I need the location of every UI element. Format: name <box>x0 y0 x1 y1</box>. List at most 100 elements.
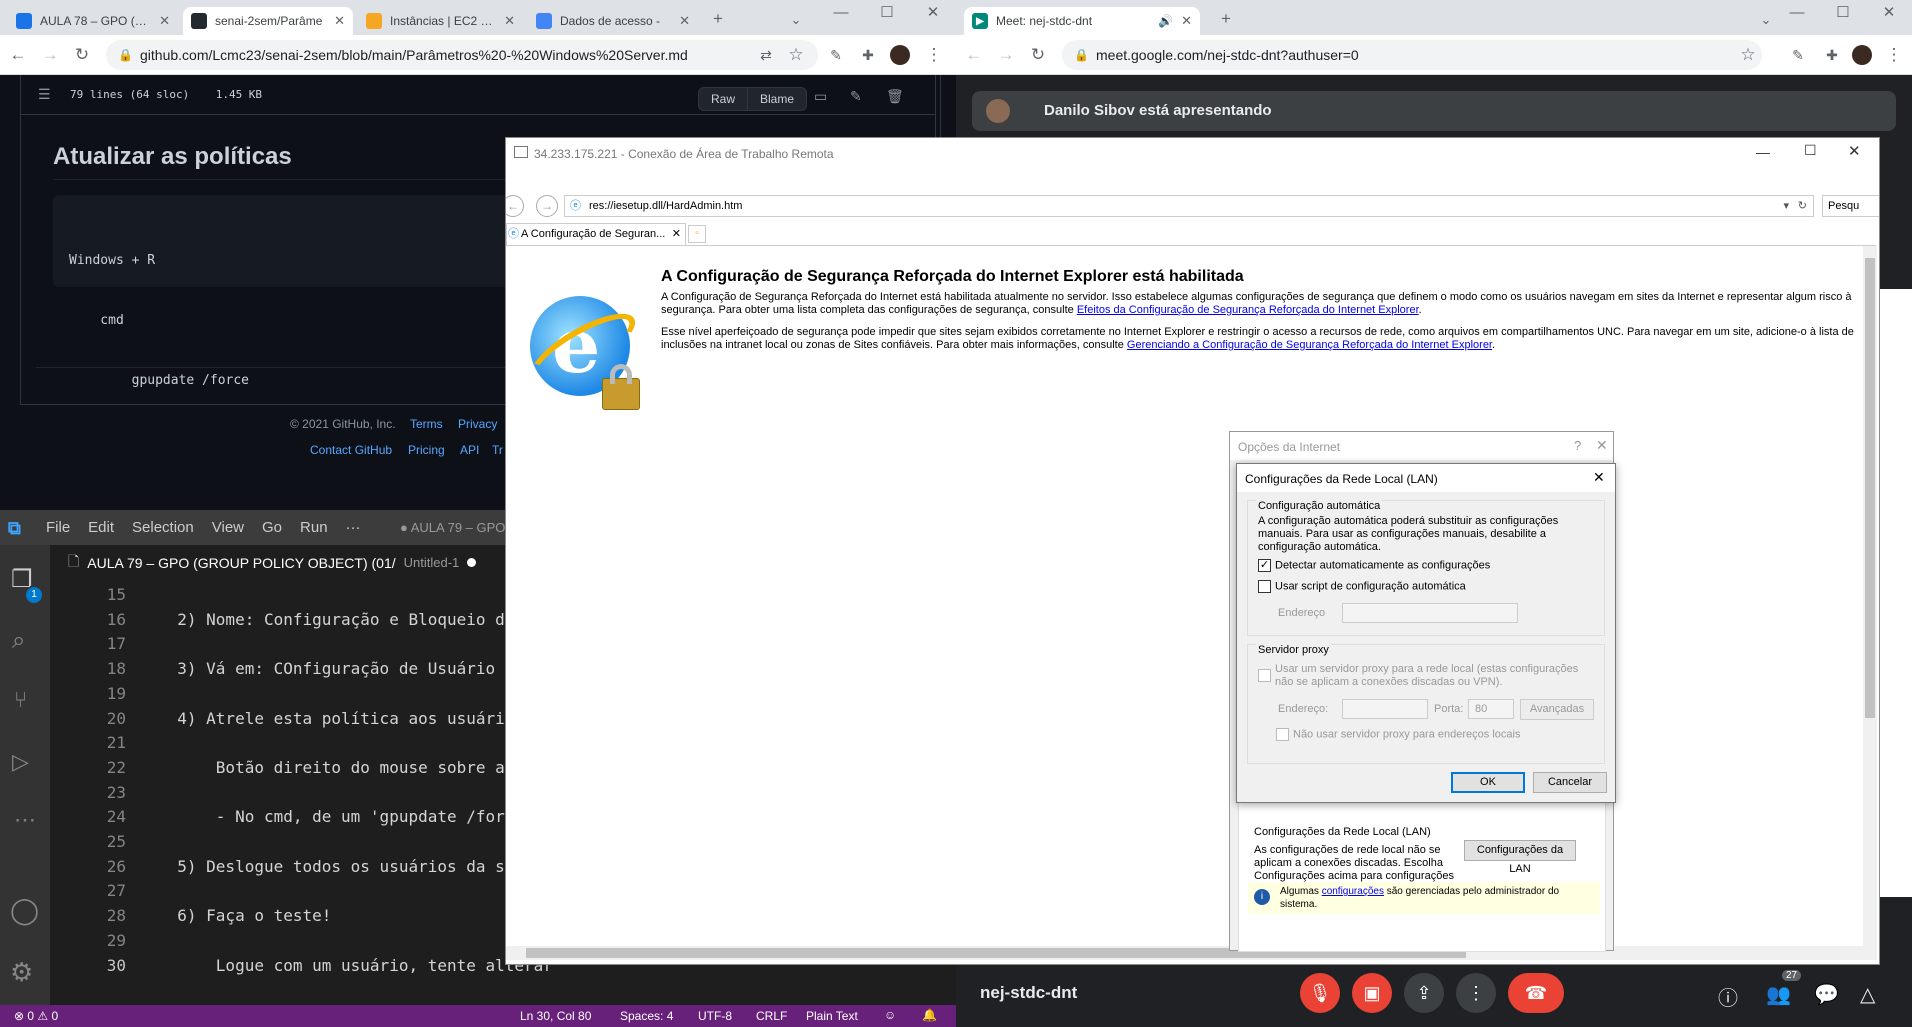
reload-icon[interactable]: ↻ <box>1026 43 1050 67</box>
ie-new-tab[interactable]: ▫ <box>688 225 706 243</box>
bypass-local-checkbox[interactable] <box>1276 728 1289 741</box>
encoding[interactable]: UTF-8 <box>698 1009 732 1023</box>
eyedropper-icon[interactable]: ✎ <box>824 43 848 67</box>
menu-item[interactable]: Edit <box>88 519 114 536</box>
search-icon[interactable]: ⌕ <box>12 627 25 655</box>
camera-off-button[interactable]: ▣ <box>1352 973 1392 1013</box>
advanced-button[interactable]: Avançadas <box>1520 699 1594 720</box>
new-tab-icon[interactable]: + <box>706 7 730 31</box>
feedback-icon[interactable]: ☺ <box>884 1008 896 1022</box>
mic-off-button[interactable]: 🎙 <box>1300 973 1340 1013</box>
menu-item[interactable]: File <box>46 519 70 536</box>
use-proxy-checkbox[interactable] <box>1258 669 1271 682</box>
menu-item[interactable]: Selection <box>132 519 194 536</box>
footer-link-pricing[interactable]: Pricing <box>408 443 445 457</box>
info-settings-link[interactable]: configurações <box>1322 886 1384 897</box>
menu-kebab-icon[interactable]: ⋮ <box>922 43 946 67</box>
menu-item[interactable]: Run <box>300 519 328 536</box>
people-icon[interactable]: 👥 <box>1766 982 1791 1007</box>
edit-pencil-icon[interactable]: ✎ <box>850 88 862 105</box>
extensions-icon[interactable]: ✚ <box>856 43 880 67</box>
close-icon[interactable]: ✕ <box>1848 142 1861 160</box>
desktop-icon[interactable]: ▭ <box>814 88 827 105</box>
reload-icon[interactable]: ↻ <box>70 43 94 67</box>
footer-link-contact[interactable]: Contact GitHub <box>310 443 392 457</box>
language-mode[interactable]: Plain Text <box>806 1009 858 1023</box>
minimize-icon[interactable]: — <box>818 0 864 25</box>
ie-tab[interactable]: ⓔ A Configuração de Seguran... ✕ <box>506 223 686 245</box>
problems-status[interactable]: ⊗ 0 ⚠ 0 <box>14 1009 58 1023</box>
close-tab-icon[interactable]: ✕ <box>679 13 690 29</box>
translate-icon[interactable]: ⇄ <box>754 43 778 67</box>
editor-tab[interactable]: 🗋 AULA 79 – GPO (GROUP POLICY OBJECT) (0… <box>50 545 505 580</box>
settings-gear-icon[interactable]: ⚙ <box>10 957 33 988</box>
raw-button[interactable]: Raw <box>699 88 749 110</box>
lan-settings-button[interactable]: Configurações da LAN <box>1464 840 1576 875</box>
tab-1[interactable]: AULA 78 – GPO (GR ✕ <box>8 7 178 35</box>
detect-settings-checkbox[interactable]: ✓ <box>1258 559 1271 572</box>
ie-hscrollbar[interactable] <box>506 946 1877 960</box>
menu-item[interactable]: View <box>212 519 244 536</box>
run-debug-icon[interactable]: ▷ <box>12 749 29 775</box>
indentation[interactable]: Spaces: 4 <box>620 1009 673 1023</box>
close-tab-icon[interactable]: ✕ <box>159 13 170 29</box>
trash-icon[interactable]: 🗑 <box>886 88 904 105</box>
more-options-button[interactable]: ⋮ <box>1456 973 1496 1013</box>
effects-link[interactable]: Efeitos da Configuração de Segurança Ref… <box>1077 304 1419 316</box>
forward-icon[interactable]: → <box>38 43 62 67</box>
back-icon[interactable]: ← <box>6 43 30 67</box>
ie-forward-icon[interactable]: → <box>536 195 558 217</box>
extensions-icon[interactable]: ✚ <box>1820 43 1844 67</box>
minimize-icon[interactable]: — <box>1774 0 1820 25</box>
account-icon[interactable]: ◯ <box>10 895 39 926</box>
script-address-field[interactable] <box>1342 603 1518 623</box>
info-icon[interactable]: ⓘ <box>1718 982 1738 1011</box>
maximize-icon[interactable]: ☐ <box>864 0 910 25</box>
bookmark-star-icon[interactable]: ☆ <box>784 43 808 67</box>
tab-4[interactable]: Dados de acesso - ✕ <box>528 7 698 35</box>
close-window-icon[interactable]: ✕ <box>910 0 956 25</box>
menu-kebab-icon[interactable]: ⋮ <box>1882 43 1906 67</box>
proxy-address-field[interactable] <box>1342 699 1428 719</box>
line-ending[interactable]: CRLF <box>756 1009 787 1023</box>
close-icon[interactable]: ✕ <box>1596 437 1608 454</box>
ie-refresh-icon[interactable]: ↻ <box>1798 196 1807 216</box>
activities-icon[interactable]: △ <box>1860 982 1875 1007</box>
footer-link-privacy[interactable]: Privacy <box>458 417 497 431</box>
port-field[interactable]: 80 <box>1468 699 1514 719</box>
source-control-icon[interactable]: ⑂ <box>14 687 27 713</box>
address-bar[interactable]: 🔒 meet.google.com/nej-stdc-dnt?authuser=… <box>1062 40 1762 70</box>
forward-icon[interactable]: → <box>994 43 1018 67</box>
menu-item[interactable]: Go <box>262 519 282 536</box>
eyedropper-icon[interactable]: ✎ <box>1786 43 1810 67</box>
back-icon[interactable]: ← <box>962 43 986 67</box>
bookmark-star-icon[interactable]: ☆ <box>1736 43 1760 67</box>
tab-search-icon[interactable]: ⌄ <box>784 8 808 32</box>
tab-3[interactable]: Instâncias | EC2 Ma ✕ <box>358 7 523 35</box>
maximize-icon[interactable]: ☐ <box>1820 0 1866 25</box>
address-bar[interactable]: 🔒 github.com/Lcmc23/senai-2sem/blob/main… <box>106 40 818 70</box>
avatar[interactable] <box>1852 45 1872 65</box>
close-tab-icon[interactable]: ✕ <box>504 13 515 29</box>
footer-link-training[interactable]: Tr <box>492 443 503 457</box>
tab-2[interactable]: senai-2sem/Parâme ✕ <box>183 7 353 35</box>
ok-button[interactable]: OK <box>1451 772 1525 793</box>
ie-dropdown-icon[interactable]: ▾ <box>1783 196 1789 216</box>
present-button[interactable]: ⇪ <box>1404 973 1444 1013</box>
footer-link-terms[interactable]: Terms <box>410 417 443 431</box>
auto-config-script-checkbox[interactable] <box>1258 580 1271 593</box>
ie-vscrollbar[interactable] <box>1863 246 1877 946</box>
avatar[interactable] <box>890 45 910 65</box>
ie-back-icon[interactable]: ← <box>506 195 524 217</box>
leave-call-button[interactable]: ☎ <box>1508 973 1564 1013</box>
cancel-button[interactable]: Cancelar <box>1533 772 1607 793</box>
help-icon[interactable]: ? <box>1574 438 1581 453</box>
minimize-icon[interactable]: — <box>1756 144 1770 160</box>
cursor-position[interactable]: Ln 30, Col 80 <box>520 1009 591 1023</box>
blame-button[interactable]: Blame <box>748 88 806 110</box>
close-window-icon[interactable]: ✕ <box>1866 0 1912 25</box>
bell-icon[interactable]: 🔔 <box>922 1008 937 1022</box>
ie-address-bar[interactable]: ⓔ res://iesetup.dll/HardAdmin.htm ▾ ↻ <box>564 195 1814 217</box>
extensions-icon[interactable]: ⋯ <box>14 807 36 833</box>
footer-link-api[interactable]: API <box>460 443 479 457</box>
